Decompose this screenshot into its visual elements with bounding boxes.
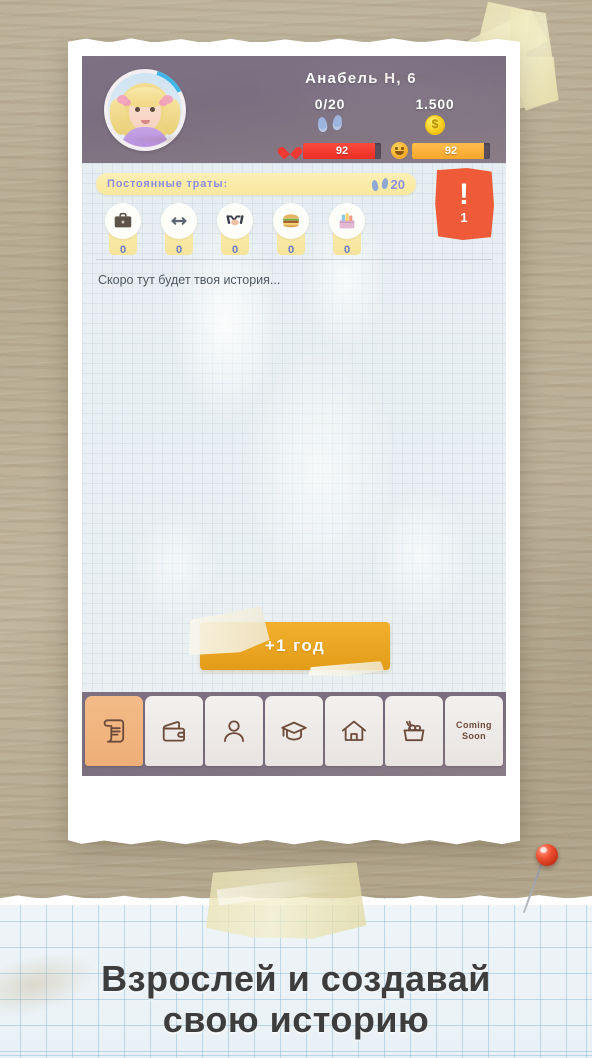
coming-soon-label: Coming Soon bbox=[456, 719, 492, 741]
health-value: 92 bbox=[335, 144, 349, 157]
status-bars: 92 92 bbox=[282, 142, 490, 159]
nav-tab-person[interactable] bbox=[205, 696, 263, 766]
expenses-total: 20 bbox=[370, 176, 405, 192]
health-bar-track: 92 bbox=[303, 142, 381, 159]
exclamation-icon: ! bbox=[459, 178, 469, 212]
game-screen-card: Анабель Н, 6 0/20 1.500 $ 92 92 Постоянн… bbox=[68, 42, 520, 840]
steps-value: 0/20 bbox=[314, 96, 346, 112]
tagline-line-1: Взрослей и создавай bbox=[101, 958, 491, 1000]
nav-tab-coming-soon[interactable]: Coming Soon bbox=[445, 696, 503, 766]
alert-badge[interactable]: ! 1 bbox=[435, 168, 494, 240]
expenses-label: Постоянные траты: bbox=[107, 178, 228, 190]
expense-item[interactable]: 0 bbox=[268, 203, 314, 256]
bottom-navigation: Coming Soon bbox=[82, 692, 506, 776]
graduation-cap-icon bbox=[279, 716, 309, 746]
tagline: Взрослей и создавай свою историю bbox=[0, 959, 592, 1040]
house-icon bbox=[339, 716, 369, 746]
briefcase-icon bbox=[105, 203, 141, 239]
expense-item[interactable]: 0 bbox=[156, 203, 202, 256]
expense-value: 0 bbox=[287, 244, 295, 256]
steps-stat: 0/20 bbox=[294, 96, 366, 133]
money-stat: 1.500 $ bbox=[392, 96, 478, 135]
wallet-icon bbox=[159, 716, 189, 746]
coin-icon: $ bbox=[425, 115, 445, 135]
dumbbell-icon bbox=[161, 203, 197, 239]
nav-tab-shopping-basket[interactable] bbox=[385, 696, 443, 766]
happiness-bar-track: 92 bbox=[412, 142, 490, 159]
footsteps-icon bbox=[370, 177, 389, 191]
nav-tab-wallet[interactable] bbox=[145, 696, 203, 766]
expenses-total-value: 20 bbox=[390, 176, 405, 192]
smiley-icon bbox=[391, 142, 408, 159]
avatar[interactable] bbox=[104, 69, 186, 151]
expense-item[interactable]: 0 bbox=[100, 203, 146, 256]
character-header: Анабель Н, 6 0/20 1.500 $ 92 92 bbox=[82, 56, 506, 163]
character-name: Анабель Н, 6 bbox=[305, 70, 417, 87]
tagline-line-2: свою историю bbox=[162, 998, 430, 1040]
expense-item[interactable]: 0 bbox=[212, 203, 258, 256]
happiness-bar: 92 bbox=[391, 142, 490, 159]
next-year-button-wrap: +1 год bbox=[200, 622, 390, 670]
burger-icon bbox=[273, 203, 309, 239]
content-divider bbox=[96, 259, 492, 260]
nav-tab-graduation-cap[interactable] bbox=[265, 696, 323, 766]
happiness-value: 92 bbox=[444, 144, 458, 157]
shopping-basket-icon bbox=[399, 716, 429, 746]
money-value: 1.500 bbox=[415, 96, 455, 112]
groceries-icon bbox=[329, 203, 365, 239]
alert-count: 1 bbox=[460, 209, 468, 225]
expense-value: 0 bbox=[175, 244, 183, 256]
heart-pulse-icon bbox=[282, 143, 299, 158]
app-screen: Анабель Н, 6 0/20 1.500 $ 92 92 Постоянн… bbox=[82, 56, 506, 826]
main-content: Постоянные траты: 20 0 0 0 0 0 ! 1 Скоро тут… bbox=[82, 163, 506, 692]
expense-item[interactable]: 0 bbox=[324, 203, 370, 256]
nav-tab-scroll[interactable] bbox=[85, 696, 143, 766]
person-icon bbox=[219, 716, 249, 746]
girl-avatar-icon bbox=[108, 73, 182, 147]
handshake-icon bbox=[217, 203, 253, 239]
story-text: Скоро тут будет твоя история... bbox=[98, 273, 281, 287]
footsteps-icon bbox=[317, 114, 343, 133]
expense-value: 0 bbox=[231, 244, 239, 256]
expense-value: 0 bbox=[343, 244, 351, 256]
health-bar: 92 bbox=[282, 142, 381, 159]
expense-items: 0 0 0 0 0 bbox=[100, 203, 370, 256]
expenses-header: Постоянные траты: 20 bbox=[96, 173, 416, 195]
nav-tab-house[interactable] bbox=[325, 696, 383, 766]
expense-value: 0 bbox=[119, 244, 127, 256]
scroll-icon bbox=[99, 716, 129, 746]
pushpin-icon bbox=[536, 844, 558, 866]
